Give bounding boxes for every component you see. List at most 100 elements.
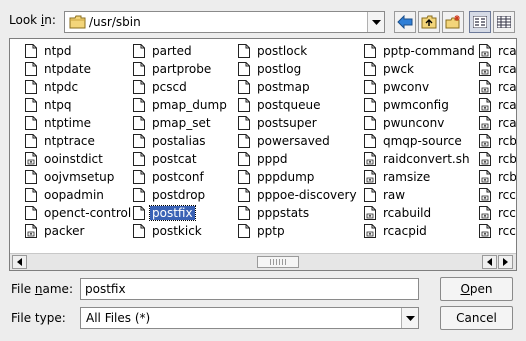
file-item[interactable]: pwunconv — [364, 114, 475, 132]
look-in-combo[interactable]: /usr/sbin — [64, 11, 385, 33]
scroll-left-button-2[interactable] — [482, 255, 497, 269]
file-item[interactable]: postconf — [133, 168, 234, 186]
file-item[interactable]: postdrop — [133, 186, 234, 204]
file-item[interactable]: rcc — [479, 186, 516, 204]
file-item[interactable]: rcc — [479, 204, 516, 222]
file-item[interactable]: postmap — [238, 78, 360, 96]
file-item[interactable]: pptp-command — [364, 42, 475, 60]
file-item[interactable]: pwck — [364, 60, 475, 78]
file-icon — [133, 98, 145, 112]
file-type-select[interactable]: All Files (*) — [80, 307, 419, 329]
folder-icon — [69, 15, 86, 29]
script-file-icon — [25, 152, 37, 166]
file-item-name: rcb — [498, 170, 516, 184]
file-icon — [133, 170, 145, 184]
file-item[interactable]: pwconv — [364, 78, 475, 96]
file-name-input[interactable] — [80, 278, 419, 300]
file-item[interactable]: ntpdc — [25, 78, 129, 96]
file-item[interactable]: rca — [479, 42, 516, 60]
file-item[interactable]: pptp — [238, 222, 360, 240]
file-item-name: postcat — [152, 152, 197, 166]
file-item[interactable]: raidconvert.sh — [364, 150, 475, 168]
script-file-icon — [25, 224, 37, 238]
file-icon — [364, 134, 376, 148]
file-item[interactable]: pmap_set — [133, 114, 234, 132]
file-item[interactable]: ntpdate — [25, 60, 129, 78]
file-item[interactable]: oopadmin — [25, 186, 129, 204]
back-button[interactable] — [394, 11, 416, 33]
chevron-down-icon[interactable] — [367, 12, 384, 32]
file-item[interactable]: ramsize — [364, 168, 475, 186]
horizontal-scrollbar[interactable] — [10, 253, 516, 270]
file-item[interactable]: ntptime — [25, 114, 129, 132]
script-file-icon — [479, 188, 491, 202]
file-item-name: pwconv — [383, 80, 430, 94]
file-item-name: postfix — [149, 205, 196, 221]
file-item[interactable]: partprobe — [133, 60, 234, 78]
scroll-right-button[interactable] — [498, 255, 513, 269]
scroll-thumb[interactable] — [257, 256, 299, 268]
folder-up-icon — [421, 15, 437, 29]
file-item[interactable]: qmqp-source — [364, 132, 475, 150]
file-item[interactable]: pmap_dump — [133, 96, 234, 114]
file-item[interactable]: rca — [479, 78, 516, 96]
file-item[interactable]: rcb — [479, 150, 516, 168]
arrow-left-icon — [487, 258, 492, 266]
file-item[interactable]: rca — [479, 96, 516, 114]
look-in-path: /usr/sbin — [89, 15, 141, 29]
file-item[interactable]: rca — [479, 114, 516, 132]
list-view-button[interactable] — [469, 11, 491, 33]
file-item[interactable]: pppstats — [238, 204, 360, 222]
file-item-name: postqueue — [257, 98, 321, 112]
file-list-pane[interactable]: ntpd ntpdate ntpdc ntpq ntptime ntptrace ooins… — [9, 38, 517, 271]
file-item[interactable]: pppdump — [238, 168, 360, 186]
file-item[interactable]: postsuper — [238, 114, 360, 132]
cancel-button[interactable]: Cancel — [440, 306, 513, 330]
file-item[interactable]: postcat — [133, 150, 234, 168]
file-item-name: postmap — [257, 80, 310, 94]
file-icon — [364, 188, 376, 202]
file-item[interactable]: ntptrace — [25, 132, 129, 150]
chevron-down-icon[interactable] — [401, 308, 418, 328]
file-item[interactable]: raw — [364, 186, 475, 204]
file-item[interactable]: oojvmsetup — [25, 168, 129, 186]
file-item[interactable]: postkick — [133, 222, 234, 240]
file-icon — [238, 188, 250, 202]
file-item[interactable]: openct-control — [25, 204, 131, 222]
file-item-name: rcabuild — [383, 206, 432, 220]
file-item[interactable]: pcscd — [133, 78, 234, 96]
file-item[interactable]: postfix — [133, 204, 234, 222]
file-item[interactable]: ooinstdict — [25, 150, 129, 168]
file-item-name: powersaved — [257, 134, 330, 148]
file-item[interactable]: rcabuild — [364, 204, 475, 222]
open-button[interactable]: Open — [440, 277, 513, 301]
file-item[interactable]: postqueue — [238, 96, 360, 114]
file-item[interactable]: rcb — [479, 168, 516, 186]
file-item[interactable]: pppd — [238, 150, 360, 168]
script-file-icon — [479, 98, 491, 112]
file-icon — [238, 98, 250, 112]
file-icon — [238, 170, 250, 184]
file-item[interactable]: rcc — [479, 222, 516, 240]
file-item[interactable]: rcb — [479, 132, 516, 150]
file-item-name: rcb — [498, 134, 516, 148]
file-item[interactable]: parted — [133, 42, 234, 60]
file-item[interactable]: powersaved — [238, 132, 360, 150]
file-item[interactable]: packer — [25, 222, 129, 240]
file-item[interactable]: ntpd — [25, 42, 129, 60]
file-item-name: rca — [498, 98, 516, 112]
file-icon — [364, 98, 376, 112]
file-item[interactable]: pppoe-discovery — [238, 186, 360, 204]
file-item[interactable]: postlog — [238, 60, 360, 78]
file-item[interactable]: rca — [479, 60, 516, 78]
new-folder-button[interactable] — [442, 11, 464, 33]
file-item[interactable]: ntpq — [25, 96, 129, 114]
detail-view-button[interactable] — [493, 11, 515, 33]
file-item[interactable]: postalias — [133, 132, 234, 150]
file-icon — [238, 80, 250, 94]
file-item[interactable]: rcacpid — [364, 222, 475, 240]
parent-folder-button[interactable] — [418, 11, 440, 33]
file-item[interactable]: pwmconfig — [364, 96, 475, 114]
scroll-left-button[interactable] — [12, 255, 27, 269]
file-item[interactable]: postlock — [238, 42, 360, 60]
